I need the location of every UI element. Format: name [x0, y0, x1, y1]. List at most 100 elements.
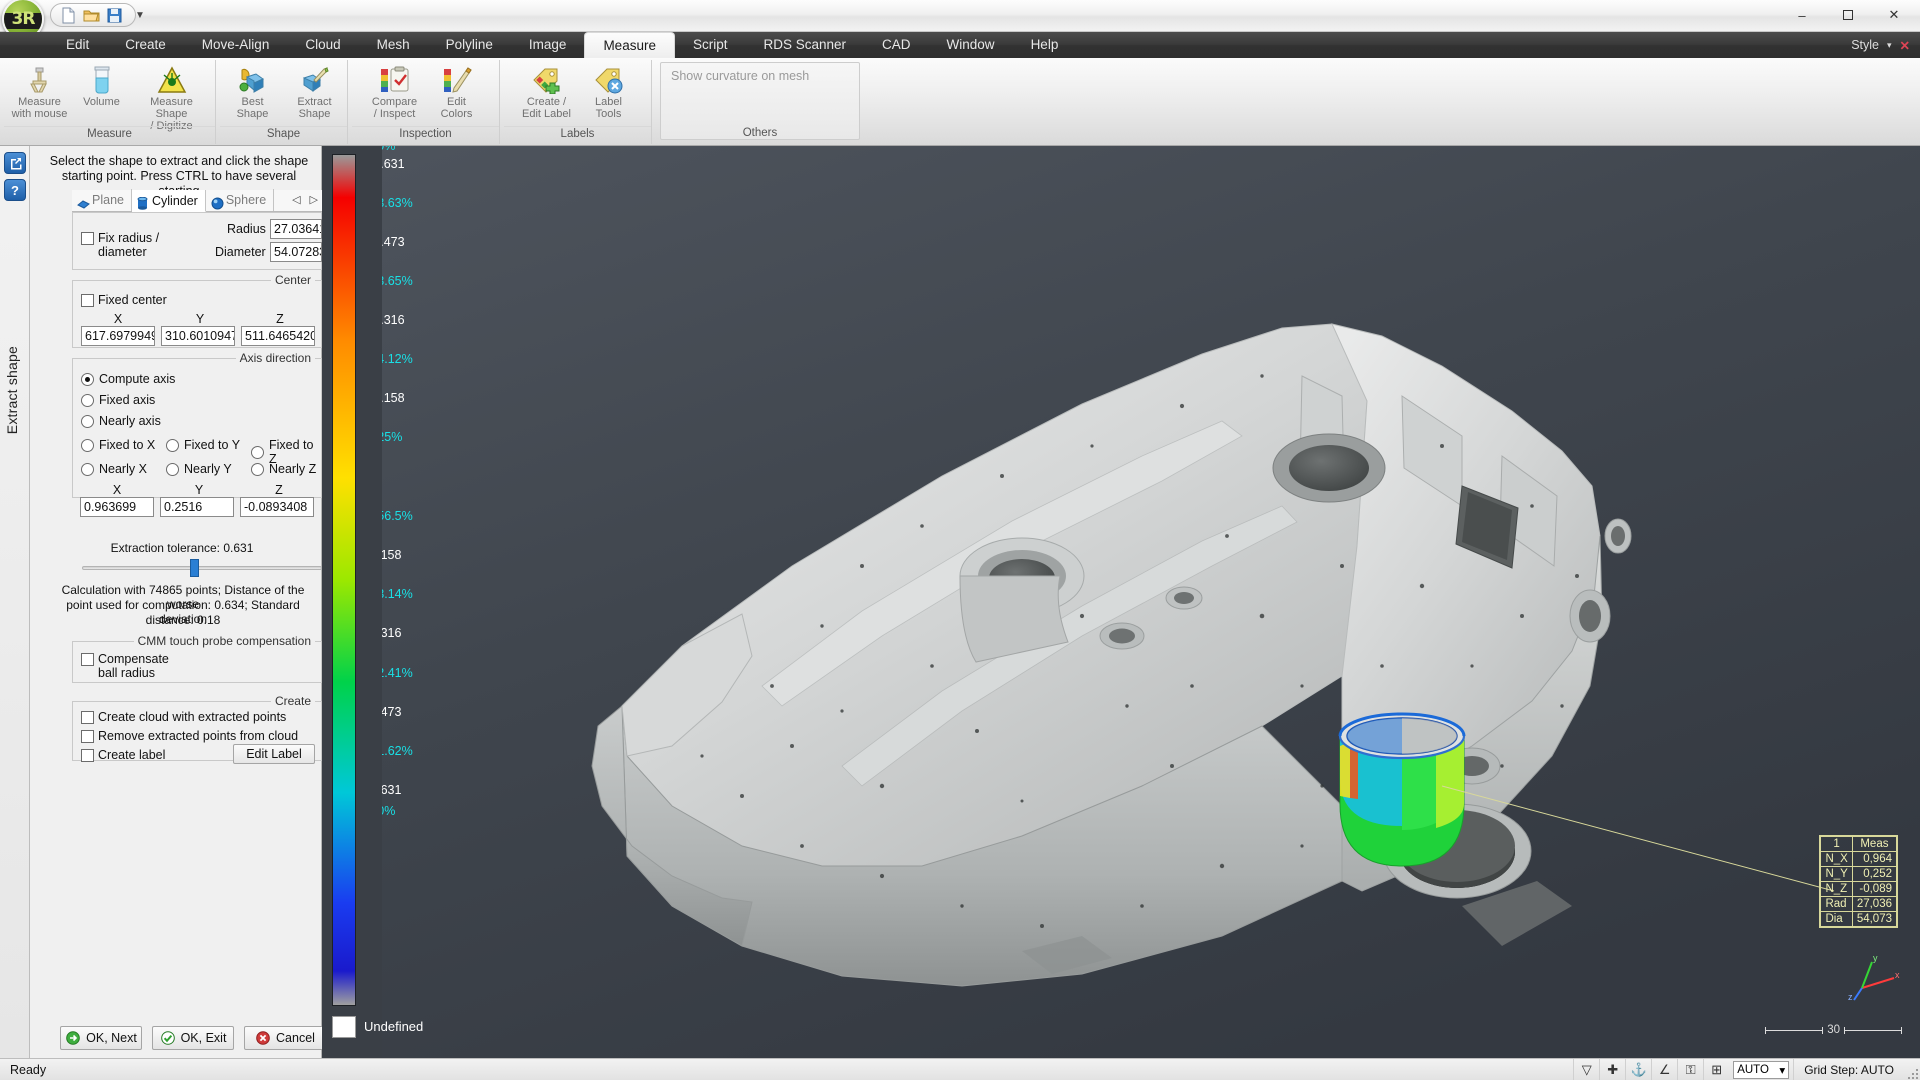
- checkbox-remove-points[interactable]: Remove extracted points from cloud: [81, 729, 298, 743]
- checkbox-fix-radius[interactable]: Fix radius / diameter: [81, 231, 191, 259]
- axis-y-input[interactable]: 0.2516: [160, 497, 234, 517]
- measurement-value: 0,964: [1851, 851, 1898, 867]
- ribbon-tab-script[interactable]: Script: [675, 32, 746, 58]
- radio-fixed-to-x[interactable]: Fixed to X: [81, 438, 155, 452]
- ok-next-button[interactable]: OK, Next: [60, 1026, 142, 1050]
- lock-icon[interactable]: ⚿: [1677, 1059, 1703, 1080]
- tolerance-slider-track[interactable]: [82, 566, 322, 570]
- edit-label-button[interactable]: Edit Label: [233, 744, 315, 764]
- maximize-button[interactable]: [1826, 1, 1870, 29]
- ribbon-tab-help[interactable]: Help: [1013, 32, 1077, 58]
- radio-nearly-axis[interactable]: Nearly axis: [81, 414, 161, 428]
- svg-text:z: z: [1848, 992, 1853, 1002]
- ribbon-tab-cad[interactable]: CAD: [864, 32, 929, 58]
- center-y-input[interactable]: 310.6010947: [161, 326, 235, 346]
- ribbon-tab-mesh[interactable]: Mesh: [359, 32, 428, 58]
- tolerance-slider-thumb[interactable]: [190, 559, 199, 577]
- ribbon-tab-move-align[interactable]: Move-Align: [184, 32, 288, 58]
- measure-with-mouse-button[interactable]: Measure with mouse: [9, 60, 71, 120]
- auto-combo[interactable]: AUTO ▾: [1733, 1061, 1790, 1079]
- save-disk-icon[interactable]: [103, 5, 125, 25]
- tab-sphere[interactable]: Sphere: [206, 189, 275, 211]
- laser-warning-icon: [157, 64, 187, 94]
- green-check-icon: [160, 1030, 176, 1046]
- ribbon-group-label: Inspection: [352, 126, 499, 142]
- ribbon-tab-create[interactable]: Create: [107, 32, 184, 58]
- new-document-icon[interactable]: [57, 5, 79, 25]
- axis-x-input[interactable]: 0.963699: [80, 497, 154, 517]
- show-curvature-checkbox-label[interactable]: Show curvature on mesh: [671, 69, 809, 83]
- ribbon-tab-image[interactable]: Image: [511, 32, 585, 58]
- radio-nearly-z[interactable]: Nearly Z: [251, 462, 316, 476]
- scale-bar-line-2: [1844, 1026, 1902, 1034]
- external-link-icon[interactable]: [4, 152, 26, 174]
- cancel-button[interactable]: Cancel: [244, 1026, 326, 1050]
- diameter-input[interactable]: 54.07283·: [270, 242, 322, 262]
- ribbon-tab-rds-scanner[interactable]: RDS Scanner: [745, 32, 864, 58]
- minimize-button[interactable]: –: [1780, 1, 1824, 29]
- compare-inspect-button[interactable]: Compare / Inspect: [364, 60, 426, 120]
- tab-cylinder[interactable]: Cylinder: [131, 190, 206, 212]
- question-mark-icon[interactable]: ?: [4, 179, 26, 201]
- radius-label: Radius: [227, 222, 266, 236]
- center-z-input[interactable]: 511.6465420: [241, 326, 315, 346]
- radio-compute-axis[interactable]: Compute axis: [81, 372, 175, 386]
- center-x-input[interactable]: 617.6979949: [81, 326, 155, 346]
- ribbon-tab-window[interactable]: Window: [929, 32, 1013, 58]
- axis-z-input[interactable]: -0.0893408: [240, 497, 314, 517]
- color-scale-bar[interactable]: [332, 154, 356, 1006]
- 3d-viewport[interactable]: +0% +0.631 +3.63% +0.473 +3.65% +0.316 +4.12% +…: [322, 146, 1920, 1058]
- radio-fixed-to-y[interactable]: Fixed to Y: [166, 438, 240, 452]
- measure-shape-digitize-button[interactable]: Measure Shape / Digitize: [133, 60, 211, 132]
- style-label[interactable]: Style: [1851, 38, 1879, 52]
- grid-snap-icon[interactable]: ⊞: [1703, 1059, 1729, 1080]
- angle-icon[interactable]: ∠: [1651, 1059, 1677, 1080]
- radio-nearly-x[interactable]: Nearly X: [81, 462, 147, 476]
- checkbox-create-label[interactable]: Create label: [81, 748, 165, 762]
- radio-label: Nearly Y: [184, 462, 232, 476]
- panel-hint-line1: Select the shape to extract and click th…: [49, 154, 309, 168]
- ribbon-tab-cloud[interactable]: Cloud: [287, 32, 358, 58]
- btn-line1: Measure: [18, 96, 61, 108]
- ok-exit-button[interactable]: OK, Exit: [152, 1026, 234, 1050]
- magnet-icon[interactable]: ⚓: [1625, 1059, 1651, 1080]
- edit-colors-button[interactable]: Edit Colors: [426, 60, 488, 120]
- ribbon-tab-edit[interactable]: Edit: [48, 32, 107, 58]
- radio-nearly-y[interactable]: Nearly Y: [166, 462, 232, 476]
- move-icon[interactable]: ✚: [1599, 1059, 1625, 1080]
- measurement-label-box[interactable]: 1 Meas N_X 0,964 N_Y 0,252 N_Z -0,089 Rad 27,036 D…: [1819, 835, 1898, 928]
- tab-plane-label: Plane: [92, 193, 124, 207]
- ribbon-tab-measure[interactable]: Measure: [584, 32, 675, 59]
- radio-label: Nearly Z: [269, 462, 317, 476]
- label-tools-button[interactable]: Label Tools: [578, 60, 640, 120]
- extract-shape-button[interactable]: Extract Shape: [284, 60, 346, 120]
- checkbox-box: [81, 294, 94, 307]
- ribbon-group-label: Others: [742, 127, 778, 139]
- chevron-down-icon[interactable]: ▾: [1887, 40, 1892, 51]
- undefined-color-swatch[interactable]: [332, 1016, 356, 1038]
- checkbox-compensate-ball-radius[interactable]: Compensate ball radius: [81, 652, 169, 680]
- cmm-label-2: ball radius: [98, 666, 155, 680]
- panel-action-buttons: OK, Next OK, Exit Cancel: [60, 1026, 326, 1050]
- ribbon-close-icon[interactable]: ✕: [1900, 38, 1910, 53]
- volume-button[interactable]: Volume: [71, 60, 133, 108]
- scale-bar: 30: [1765, 1024, 1902, 1036]
- tab-plane[interactable]: Plane: [72, 189, 132, 211]
- quick-access-more-icon[interactable]: ▼: [132, 7, 148, 23]
- radio-fixed-axis[interactable]: Fixed axis: [81, 393, 155, 407]
- radius-input[interactable]: 27.03641:: [270, 219, 322, 239]
- create-edit-label-button[interactable]: Create / Edit Label: [516, 60, 578, 120]
- tab-next-icon[interactable]: ▷: [310, 193, 318, 206]
- radio-label: Fixed to X: [99, 438, 156, 452]
- ribbon-tab-polyline[interactable]: Polyline: [428, 32, 511, 58]
- close-button[interactable]: ✕: [1872, 1, 1916, 29]
- filter-icon[interactable]: ▽: [1573, 1059, 1599, 1080]
- checkbox-fixed-center[interactable]: Fixed center: [81, 293, 167, 307]
- tab-prev-icon[interactable]: ◁: [292, 193, 300, 206]
- extract-shape-icon: [300, 64, 330, 94]
- checkbox-create-cloud[interactable]: Create cloud with extracted points: [81, 710, 286, 724]
- plane-icon: [77, 195, 90, 209]
- open-folder-icon[interactable]: [80, 5, 102, 25]
- resize-grip[interactable]: [1904, 1059, 1920, 1080]
- best-shape-button[interactable]: Best Shape: [222, 60, 284, 120]
